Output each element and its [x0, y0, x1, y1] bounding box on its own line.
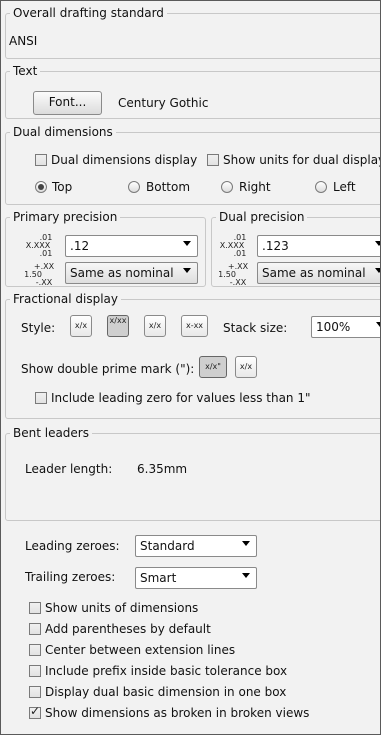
tolerance-precision-icon: +.XX 1.50 -.XX — [20, 263, 56, 287]
center-extension-checkbox[interactable] — [29, 644, 41, 656]
radio-right-label: Right — [239, 180, 271, 194]
dual-units-checkbox[interactable] — [207, 154, 219, 166]
primary-precision-value: .12 — [70, 239, 90, 253]
radio-bottom-label: Bottom — [146, 180, 191, 194]
primary-precision-select[interactable]: .12 — [65, 235, 198, 257]
double-prime-label: Show double prime mark ("): — [21, 362, 195, 376]
leading-zeroes-value: Standard — [140, 539, 195, 553]
precision-value-icon: .01 X.XXX .01 — [20, 234, 56, 258]
center-extension-label: Center between extension lines — [45, 643, 236, 657]
trailing-zeroes-select[interactable]: Smart — [135, 567, 257, 589]
text-legend: Text — [10, 64, 41, 78]
dual-basic-one-box-label: Display dual basic dimension in one box — [45, 685, 287, 699]
style-label: Style: — [21, 321, 56, 335]
dual-precision-value-icon: .01 X.XXX .01 — [214, 234, 250, 258]
leader-length-value[interactable]: 6.35mm — [137, 462, 187, 476]
radio-left[interactable] — [315, 181, 327, 193]
drafting-standard-value[interactable]: ANSI — [9, 34, 37, 48]
fractional-display-legend: Fractional display — [10, 292, 122, 306]
chevron-down-icon — [376, 322, 380, 327]
font-name: Century Gothic — [118, 96, 209, 110]
radio-top[interactable] — [35, 181, 47, 193]
show-units-checkbox[interactable] — [29, 602, 41, 614]
show-broken-label: Show dimensions as broken in broken view… — [45, 706, 310, 720]
primary-tolerance-value: Same as nominal — [70, 266, 174, 280]
font-button[interactable]: Font... — [33, 91, 102, 115]
dual-precision-value: .123 — [262, 239, 289, 253]
stack-size-value: 100% — [316, 320, 351, 334]
dual-tolerance-select[interactable]: Same as nominal — [257, 262, 380, 284]
dual-dimensions-legend: Dual dimensions — [10, 125, 116, 139]
trailing-zeroes-value: Smart — [140, 571, 177, 585]
tol-icon-bot: -.XX — [35, 278, 53, 287]
chevron-down-icon — [375, 268, 380, 273]
trailing-zeroes-label: Trailing zeroes: — [25, 570, 116, 584]
dual-dimensions-group: Dual dimensions — [5, 125, 380, 205]
chevron-down-icon — [183, 268, 191, 273]
leader-length-label: Leader length: — [25, 462, 113, 476]
radio-top-label: Top — [52, 180, 73, 194]
dual-display-label: Dual dimensions display — [51, 153, 198, 167]
chevron-down-icon — [375, 241, 380, 246]
dual-tolerance-value: Same as nominal — [262, 266, 366, 280]
prime-on-icon[interactable]: x/x" — [199, 356, 227, 378]
style-diagonal-icon[interactable]: x/x — [144, 315, 166, 337]
prime-off-icon[interactable]: x/x — [235, 356, 257, 378]
include-prefix-checkbox[interactable] — [29, 665, 41, 677]
stack-size-label: Stack size: — [223, 321, 288, 335]
dual-display-checkbox[interactable] — [35, 154, 47, 166]
stack-size-select[interactable]: 100% — [311, 316, 380, 338]
dual-precision-legend: Dual precision — [216, 210, 308, 224]
leading-zeroes-label: Leading zeroes: — [25, 539, 120, 553]
dual-precision-select[interactable]: .123 — [257, 235, 380, 257]
chevron-down-icon — [183, 241, 191, 246]
leading-zeroes-select[interactable]: Standard — [135, 535, 257, 557]
radio-right[interactable] — [221, 181, 233, 193]
dual-tolerance-precision-icon: +.XX 1.50 -.XX — [214, 263, 250, 287]
include-prefix-label: Include prefix inside basic tolerance bo… — [45, 664, 288, 678]
primary-tolerance-select[interactable]: Same as nominal — [65, 262, 198, 284]
drafting-standard-legend: Overall drafting standard — [10, 6, 167, 20]
chevron-down-icon — [242, 573, 250, 578]
precision-icon-bot: .01 — [39, 249, 53, 258]
style-slash-icon[interactable]: x/x — [70, 315, 92, 337]
dual-basic-one-box-checkbox[interactable] — [29, 686, 41, 698]
chevron-down-icon — [242, 541, 250, 546]
primary-precision-legend: Primary precision — [10, 210, 121, 224]
dual-units-label: Show units for dual display — [223, 153, 381, 167]
add-parentheses-label: Add parentheses by default — [45, 622, 211, 636]
show-units-label: Show units of dimensions — [45, 601, 199, 615]
dimension-options-panel: Overall drafting standard ANSI Text Font… — [0, 0, 381, 735]
style-dash-icon[interactable]: x-xx — [181, 315, 208, 337]
leading-zero-fraction-checkbox[interactable] — [35, 392, 47, 404]
bent-leaders-legend: Bent leaders — [10, 426, 92, 440]
dual-tol-icon-bot: -.XX — [229, 278, 247, 287]
show-broken-checkbox[interactable] — [29, 704, 41, 719]
style-stacked-icon[interactable]: x/xx — [107, 315, 129, 337]
radio-bottom[interactable] — [128, 181, 140, 193]
radio-left-label: Left — [333, 180, 356, 194]
leading-zero-fraction-label: Include leading zero for values less tha… — [51, 391, 311, 405]
bent-leaders-group: Bent leaders — [5, 426, 380, 521]
add-parentheses-checkbox[interactable] — [29, 623, 41, 635]
dual-precision-icon-bot: .01 — [233, 249, 247, 258]
drafting-standard-group: Overall drafting standard — [5, 6, 380, 59]
